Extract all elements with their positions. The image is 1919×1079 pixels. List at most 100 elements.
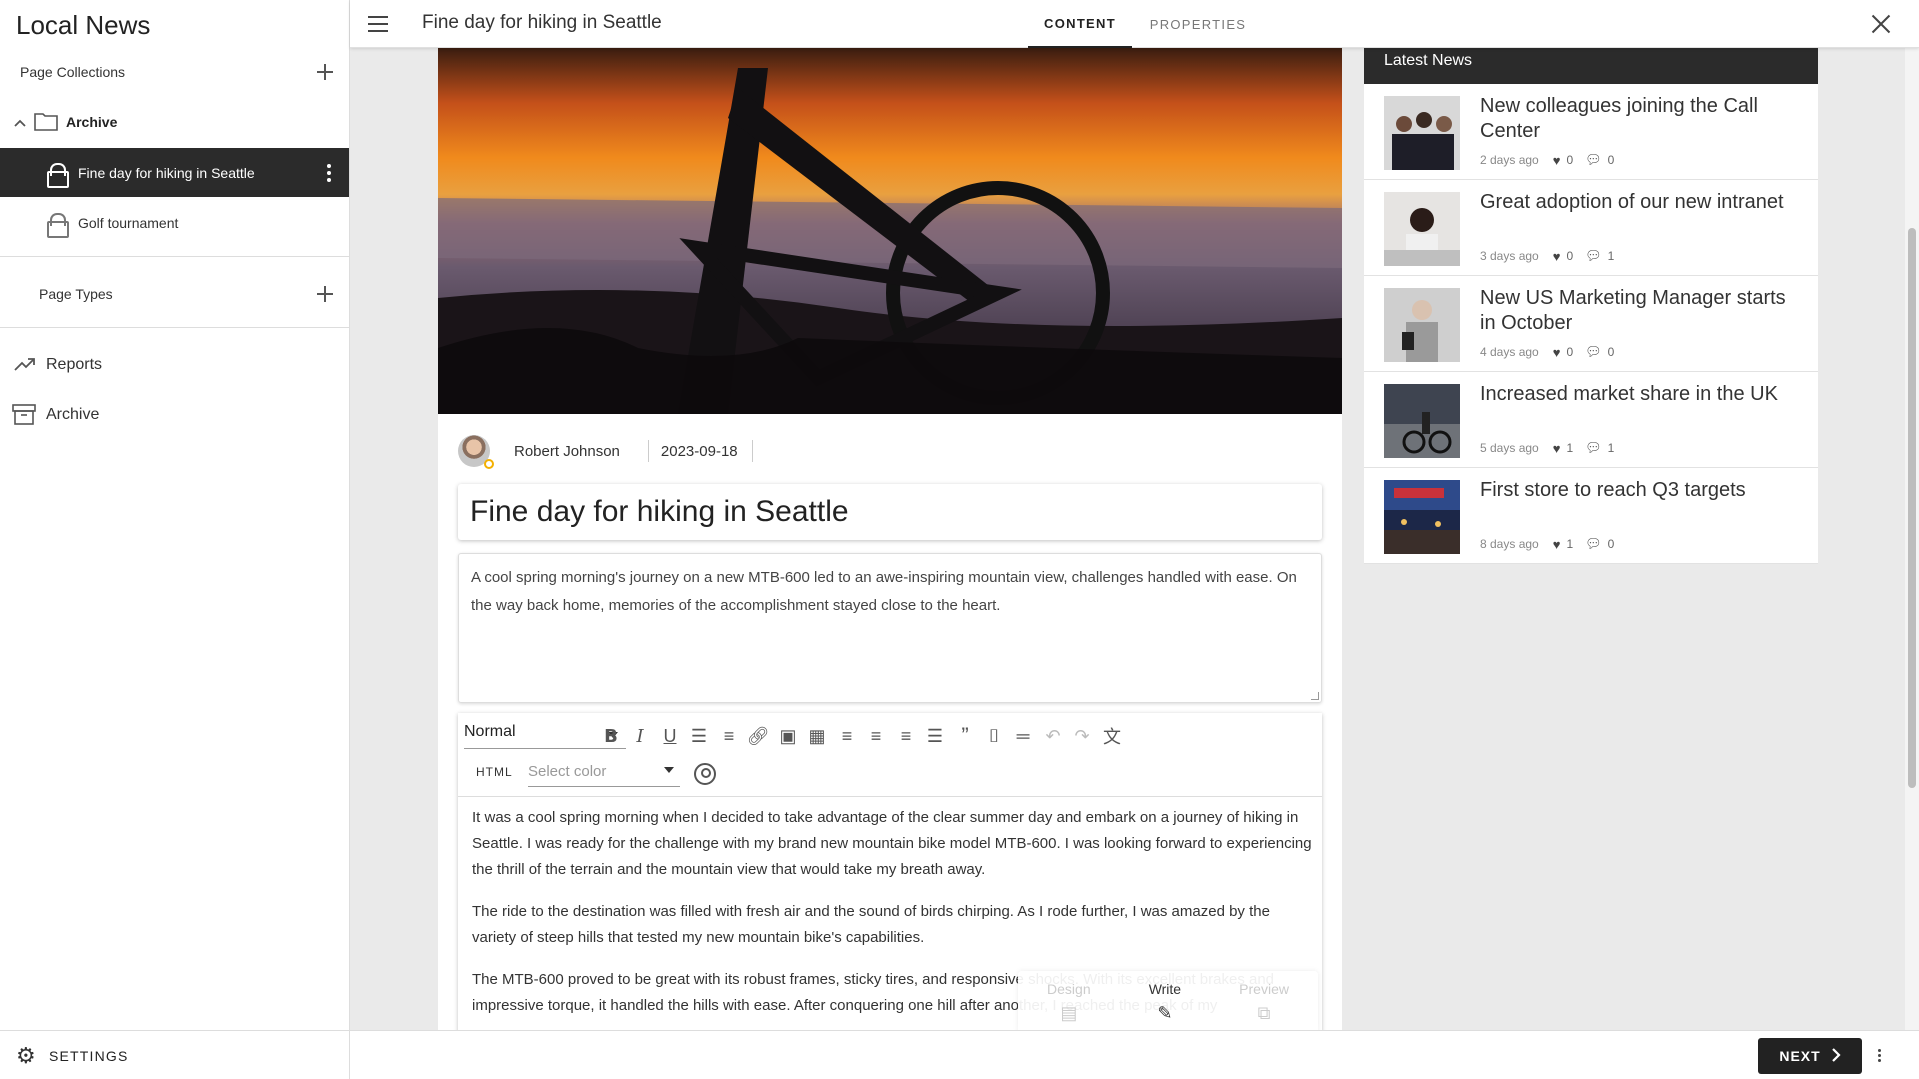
archive-folder-row[interactable]: Archive xyxy=(0,108,349,136)
mode-label: Design xyxy=(1047,980,1091,997)
avatar[interactable] xyxy=(458,435,494,469)
heart-icon: ♥ xyxy=(1552,152,1561,168)
news-item[interactable]: New colleagues joining the Call Center 2… xyxy=(1364,84,1818,180)
close-icon[interactable] xyxy=(1871,14,1891,34)
main-content: Robert Johnson 2023-09-18 Fine day for h… xyxy=(350,48,1919,1030)
latest-news-title: Latest News xyxy=(1384,52,1473,69)
pencil-icon: ✎ xyxy=(1157,1002,1173,1023)
news-title: Great adoption of our new intranet xyxy=(1480,191,1784,213)
align-center-icon[interactable]: ≡ xyxy=(863,723,889,749)
nav-item-archive[interactable]: Archive xyxy=(0,402,349,428)
align-left-icon[interactable]: ≡ xyxy=(834,723,860,749)
more-vert-icon[interactable] xyxy=(327,163,331,182)
bold-icon[interactable]: B xyxy=(598,723,624,749)
heart-icon: ♥ xyxy=(1552,440,1561,456)
page-collections-label: Page Collections xyxy=(20,64,126,80)
news-item[interactable]: First store to reach Q3 targets 8 days a… xyxy=(1364,468,1818,564)
design-icon: ▤ xyxy=(1060,1002,1078,1023)
redo-icon[interactable]: ↷ xyxy=(1069,723,1095,749)
menu-icon[interactable] xyxy=(368,16,388,32)
comment-icon: 💬︎ xyxy=(1585,536,1602,551)
tab-content[interactable]: CONTENT xyxy=(1028,0,1132,48)
undo-icon[interactable]: ↶ xyxy=(1040,723,1066,749)
mode-preview[interactable]: Preview ⧉ xyxy=(1239,981,1289,1024)
news-item[interactable]: Increased market share in the UK 5 days … xyxy=(1364,372,1818,468)
app-title: Local News xyxy=(16,10,151,40)
color-select[interactable]: Select color xyxy=(528,759,680,787)
news-meta: 5 days ago ♥ 1 💬︎ 1 xyxy=(1480,440,1614,456)
settings-label: SETTINGS xyxy=(48,1048,129,1064)
html-button[interactable]: HTML xyxy=(476,765,513,779)
align-right-icon[interactable]: ≡ xyxy=(893,723,919,749)
like-count: 0 xyxy=(1566,153,1574,167)
news-meta: 8 days ago ♥ 1 💬︎ 0 xyxy=(1480,536,1614,552)
resize-handle-icon[interactable] xyxy=(1311,692,1319,700)
image-icon[interactable]: ▣ xyxy=(775,723,801,749)
chevron-up-icon[interactable] xyxy=(14,116,26,128)
news-age: 4 days ago xyxy=(1480,345,1539,359)
status-icon xyxy=(484,459,494,469)
tab-properties[interactable]: PROPERTIES xyxy=(1132,0,1264,48)
translate-icon[interactable]: 文 xyxy=(1099,723,1125,749)
article-title-field[interactable]: Fine day for hiking in Seattle xyxy=(458,484,1322,540)
settings-button[interactable]: ⚙ SETTINGS xyxy=(16,1043,129,1069)
hero-image[interactable] xyxy=(438,48,1342,414)
news-item[interactable]: New US Marketing Manager starts in Octob… xyxy=(1364,276,1818,372)
underline-icon[interactable]: U xyxy=(657,723,683,749)
scrollbar-thumb[interactable] xyxy=(1908,228,1916,788)
comment-icon: 💬︎ xyxy=(1585,152,1602,167)
page-item[interactable]: Golf tournament xyxy=(0,210,349,238)
table-icon[interactable]: ▦ xyxy=(804,723,830,749)
author-row: Robert Johnson 2023-09-18 xyxy=(458,434,753,469)
page-item-selected[interactable]: Fine day for hiking in Seattle xyxy=(0,148,349,197)
link-icon[interactable]: 🔗︎ xyxy=(745,723,771,749)
news-item[interactable]: Great adoption of our new intranet 3 day… xyxy=(1364,180,1818,276)
publish-date[interactable]: 2023-09-18 xyxy=(661,443,738,460)
nav-item-reports[interactable]: Reports xyxy=(0,352,349,378)
caret-down-icon xyxy=(664,767,674,773)
lock-icon xyxy=(46,212,69,238)
embed-code-icon[interactable]: ⌷ xyxy=(981,723,1007,749)
add-page-type-button[interactable] xyxy=(313,282,337,306)
align-justify-icon[interactable]: ☰ xyxy=(922,723,948,749)
mode-design[interactable]: Design ▤ xyxy=(1047,981,1091,1024)
page-collections-row: Page Collections xyxy=(0,60,349,84)
news-title: First store to reach Q3 targets xyxy=(1480,479,1746,501)
top-bar: Fine day for hiking in Seattle CONTENT P… xyxy=(350,0,1919,48)
news-thumbnail xyxy=(1384,384,1460,458)
page-types-label: Page Types xyxy=(39,286,113,302)
italic-icon[interactable]: I xyxy=(627,723,653,749)
chevron-right-icon xyxy=(1831,1047,1841,1065)
quote-icon[interactable]: ” xyxy=(952,723,978,749)
paragraph: It was a cool spring morning when I deci… xyxy=(472,809,1312,878)
mode-label: Write xyxy=(1148,980,1182,997)
like-count: 0 xyxy=(1566,249,1574,263)
comment-count: 0 xyxy=(1607,345,1615,359)
more-vert-icon[interactable] xyxy=(1878,1049,1881,1062)
comment-icon: 💬︎ xyxy=(1585,440,1602,455)
numbered-list-icon[interactable]: ≡ xyxy=(716,723,742,749)
nav-item-label: Reports xyxy=(46,356,103,373)
add-page-collection-button[interactable] xyxy=(313,60,337,84)
preview-icon: ⧉ xyxy=(1257,1002,1271,1023)
news-meta: 3 days ago ♥ 0 💬︎ 1 xyxy=(1480,248,1614,264)
author-name[interactable]: Robert Johnson xyxy=(514,443,620,460)
archive-box-icon xyxy=(12,403,36,428)
accessibility-icon[interactable] xyxy=(694,763,716,785)
news-thumbnail xyxy=(1384,192,1460,266)
color-select-placeholder: Select color xyxy=(528,763,607,780)
news-title: Increased market share in the UK xyxy=(1480,383,1778,405)
sidebar: Local News Page Collections Archive Fine… xyxy=(0,0,350,1079)
bulleted-list-icon[interactable]: ☰ xyxy=(686,723,712,749)
mode-write[interactable]: Write ✎ xyxy=(1149,981,1181,1024)
archive-folder-label: Archive xyxy=(66,114,118,130)
summary-textarea[interactable]: A cool spring morning's journey on a new… xyxy=(458,553,1322,703)
scrollbar[interactable] xyxy=(1905,48,1919,1030)
horizontal-rule-icon[interactable]: ═ xyxy=(1010,723,1036,749)
folder-icon xyxy=(34,111,58,134)
latest-news-header: Latest News xyxy=(1364,48,1818,84)
article-editor: Robert Johnson 2023-09-18 Fine day for h… xyxy=(438,48,1342,1030)
comment-icon: 💬︎ xyxy=(1585,248,1602,263)
news-age: 3 days ago xyxy=(1480,249,1539,263)
next-button[interactable]: NEXT xyxy=(1758,1038,1862,1074)
